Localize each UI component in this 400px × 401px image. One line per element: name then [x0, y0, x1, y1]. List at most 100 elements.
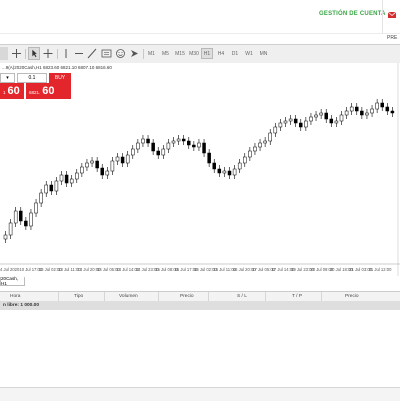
candle-body	[187, 140, 191, 146]
chart-tab[interactable]: 20Cash, H1	[0, 276, 25, 286]
col-stop-loss[interactable]: S / L	[237, 294, 247, 299]
timeframe-w1[interactable]: W1	[243, 48, 255, 59]
trend-line-icon[interactable]	[87, 47, 97, 60]
timeframe-mn[interactable]: MN	[257, 48, 270, 59]
col-type[interactable]: Tipo	[74, 294, 83, 299]
column-divider	[265, 292, 266, 301]
account-management-link[interactable]: GESTIÓN DE CUENTA	[319, 11, 386, 17]
candle-body	[181, 138, 186, 142]
candle-body	[207, 152, 211, 164]
timeframe-h4[interactable]: H4	[215, 48, 227, 59]
candle-body	[166, 142, 171, 150]
candle-body	[375, 102, 379, 110]
candle-body	[131, 148, 135, 156]
timeframe-d1[interactable]: D1	[229, 48, 241, 59]
candle-body	[59, 174, 64, 182]
candle-body	[324, 112, 328, 120]
candle-body	[161, 148, 166, 156]
candle-body	[380, 102, 384, 108]
candle-body	[197, 142, 201, 148]
sell-price-button[interactable]: 1 60	[0, 83, 24, 99]
toolbar-edge-button[interactable]	[0, 47, 8, 60]
price-chart[interactable]: ...9(A)2020Cash,H1 6823.60 6821.10 6807.…	[0, 63, 400, 276]
col-time[interactable]: Hora	[10, 294, 20, 299]
candle-body	[29, 212, 33, 227]
timeframe-m15[interactable]: M15	[173, 48, 187, 59]
timeframe-m5[interactable]: M5	[159, 48, 172, 59]
candle-body	[34, 202, 38, 214]
horizontal-line-icon[interactable]	[74, 47, 84, 60]
candle-body	[3, 234, 8, 240]
candle-body	[232, 168, 237, 176]
toolbar-separator	[25, 49, 26, 59]
column-divider	[158, 292, 159, 301]
candle-body	[151, 142, 155, 152]
candle-body	[156, 150, 160, 156]
candle-body	[192, 144, 196, 148]
candle-body	[212, 162, 216, 170]
candle-body	[237, 162, 242, 170]
arrow-icon[interactable]	[129, 47, 140, 60]
cursor-icon[interactable]	[28, 47, 40, 60]
candle-body	[176, 138, 181, 142]
col-volume[interactable]: Volumen	[119, 294, 138, 299]
toolbar-separator	[57, 49, 58, 59]
buy-price-value: 60	[42, 85, 55, 97]
candle-body	[110, 160, 115, 172]
buy-price-prefix: 6821.	[29, 90, 41, 95]
smiley-icon[interactable]	[115, 47, 126, 60]
timeframe-h1[interactable]: H1	[201, 48, 213, 59]
candle-body	[370, 108, 374, 114]
candle-body	[44, 184, 48, 194]
candle-body	[344, 110, 349, 116]
sell-price-prefix: 1	[3, 90, 6, 95]
menu-item-partial[interactable]: PRE	[387, 35, 397, 41]
orders-summary-row: n libre: 1 000.00	[0, 301, 400, 310]
vertical-line-icon[interactable]	[61, 47, 71, 60]
candle-body	[217, 168, 222, 174]
candle-body	[222, 170, 227, 174]
free-margin-text: n libre: 1 000.00	[3, 303, 39, 308]
candle-body	[54, 180, 59, 192]
candle-body	[253, 146, 257, 152]
crosshair-plus-icon[interactable]	[42, 47, 54, 60]
candle-body	[334, 120, 339, 124]
candle-body	[278, 122, 283, 128]
candle-body	[355, 106, 359, 112]
candle-body	[69, 178, 74, 184]
candle-body	[319, 112, 323, 116]
candle-body	[385, 106, 390, 112]
col-price-current[interactable]: Precio	[345, 294, 359, 299]
column-divider	[104, 292, 105, 301]
candle-body	[125, 154, 130, 164]
header-divider	[382, 0, 383, 33]
candle-body	[136, 142, 140, 150]
toolbar-separator	[143, 49, 144, 59]
bottom-status-bar	[0, 387, 400, 401]
volume-decrease-button[interactable]: ▾	[0, 73, 15, 83]
candle-body	[258, 142, 262, 148]
col-price[interactable]: Precio	[180, 294, 194, 299]
candle-body	[365, 112, 369, 116]
candle-body	[390, 110, 395, 114]
candle-body	[141, 138, 145, 144]
mail-icon[interactable]	[388, 12, 396, 18]
crosshair-icon[interactable]	[10, 47, 23, 60]
text-icon[interactable]	[101, 47, 112, 60]
timeframe-m30[interactable]: M30	[187, 48, 201, 59]
candle-body	[146, 138, 150, 144]
candle-body	[243, 156, 247, 164]
candle-body	[115, 156, 120, 162]
timeframe-m1[interactable]: M1	[145, 48, 158, 59]
buy-button[interactable]: BUY	[49, 73, 71, 83]
x-axis-tick-label: 21 Jul 12:00	[368, 267, 392, 272]
candle-body	[100, 167, 104, 176]
candle-body	[19, 210, 23, 222]
candle-body	[24, 220, 28, 227]
buy-price-button[interactable]: 6821. 60	[26, 83, 71, 99]
volume-input[interactable]: 0.1	[17, 73, 47, 83]
col-take-profit[interactable]: T / P	[292, 294, 302, 299]
candle-body	[268, 132, 272, 142]
candle-body	[202, 142, 206, 154]
candle-body	[64, 174, 69, 184]
